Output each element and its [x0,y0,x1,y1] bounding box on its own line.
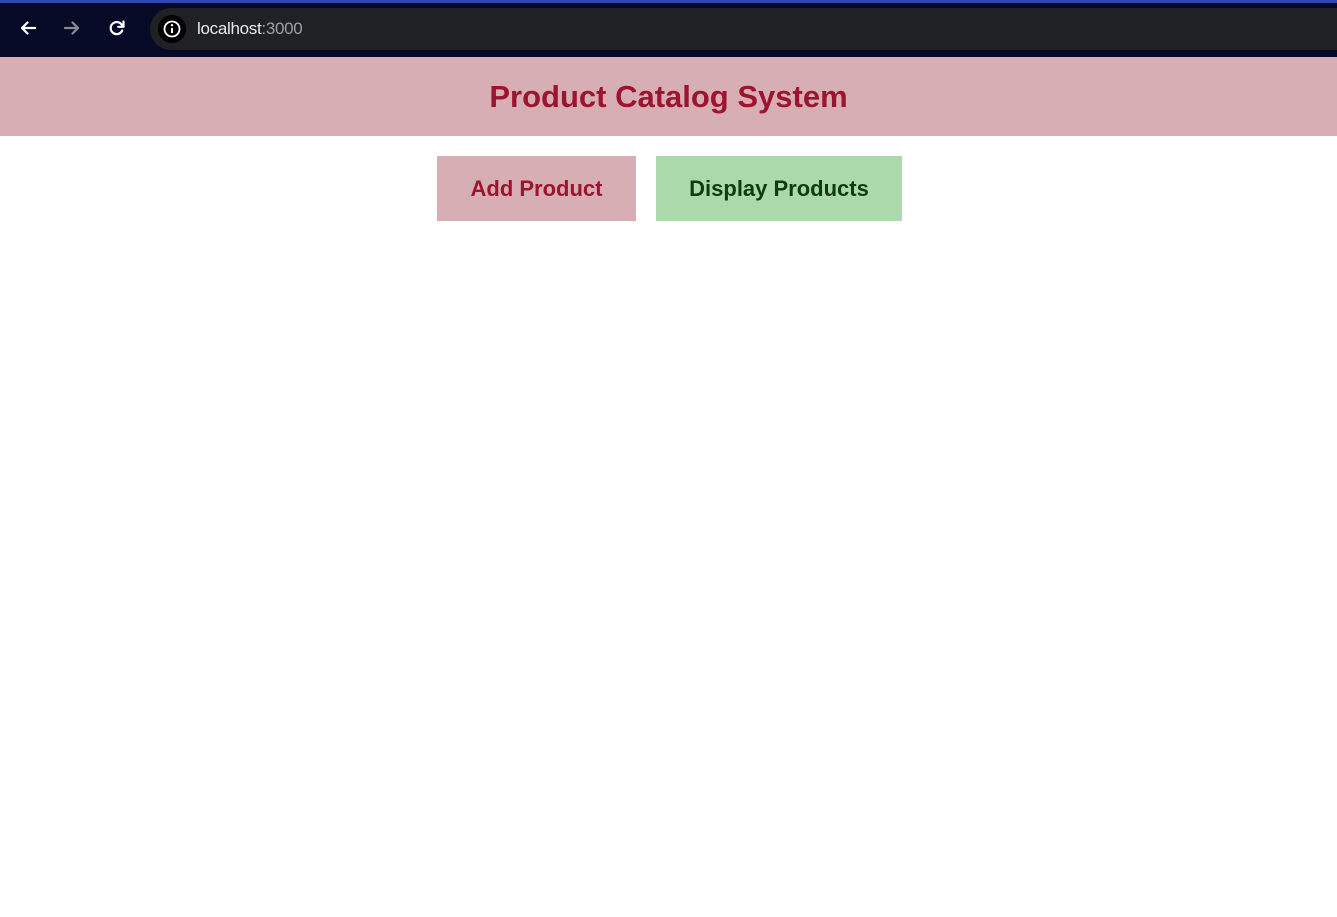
url-port: :3000 [261,19,303,38]
url-text: localhost:3000 [197,19,303,39]
page-title: Product Catalog System [489,78,848,114]
arrow-left-icon [20,21,37,35]
display-products-button[interactable]: Display Products [656,156,902,221]
add-product-button[interactable]: Add Product [437,156,636,221]
address-bar[interactable]: localhost:3000 [150,8,1337,50]
url-host: localhost [197,19,262,38]
browser-toolbar: localhost:3000 [0,0,1337,57]
info-icon [163,20,181,38]
app-header: Product Catalog System [0,57,1337,136]
action-buttons: Add Product Display Products [0,156,1337,221]
forward-button[interactable] [55,11,89,45]
arrow-right-icon [63,21,80,35]
back-button[interactable] [11,11,45,45]
reload-button[interactable] [100,11,134,45]
site-info-button[interactable] [158,15,186,43]
reload-icon [109,20,125,36]
